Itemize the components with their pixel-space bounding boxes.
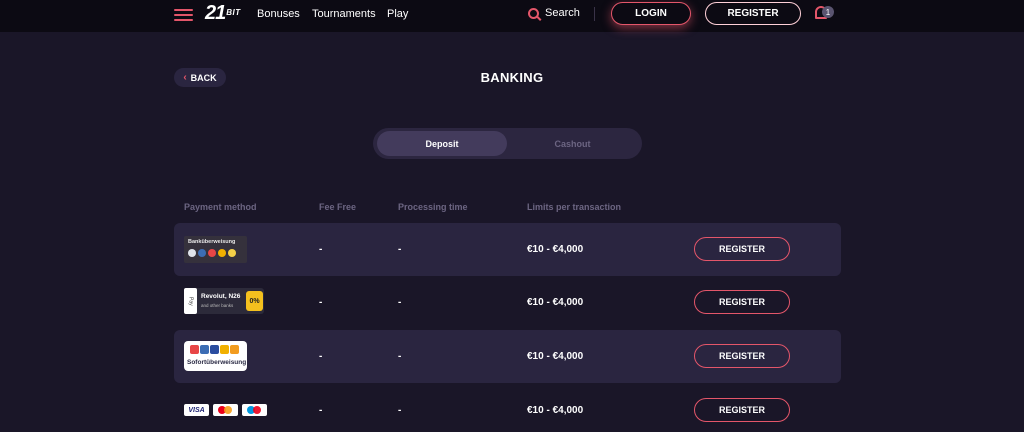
- limits-value: €10 - €4,000: [527, 351, 584, 362]
- payment-method-name: Banküberweisung: [188, 239, 236, 245]
- table-row: Pay Revolut, N26 and other banks 0% - - …: [174, 276, 841, 329]
- search-icon: [528, 7, 539, 19]
- row-register-button[interactable]: REGISTER: [694, 290, 790, 314]
- revolut-n26-logo: Pay Revolut, N26 and other banks 0%: [184, 288, 264, 314]
- logo-number: 21: [205, 2, 226, 24]
- payment-method-name: Sofortüberweisung: [187, 359, 247, 366]
- nav-link-tournaments[interactable]: Tournaments: [312, 8, 376, 20]
- limits-value: €10 - €4,000: [527, 297, 584, 308]
- payment-method-name: Revolut, N26: [201, 293, 241, 300]
- column-header-fee-free: Fee Free: [319, 202, 357, 212]
- bankuberweisung-logo: Banküberweisung: [184, 236, 247, 263]
- column-header-payment-method: Payment method: [184, 202, 257, 212]
- processing-time-value: -: [398, 244, 402, 255]
- logo-suffix: BIT: [226, 8, 241, 17]
- visa-logo: VISA: [184, 404, 209, 416]
- sofortuberweisung-logo: Sofortüberweisung: [184, 341, 247, 371]
- payment-method-subtitle: and other banks: [201, 303, 234, 308]
- processing-time-value: -: [398, 405, 402, 416]
- column-header-processing-time: Processing time: [398, 202, 468, 212]
- nav-link-bonuses[interactable]: Bonuses: [257, 8, 300, 20]
- top-navigation-bar: 21BIT Bonuses Tournaments Play Search LO…: [0, 0, 1024, 32]
- processing-time-value: -: [398, 297, 402, 308]
- register-button[interactable]: REGISTER: [705, 2, 801, 25]
- search-button[interactable]: Search: [528, 7, 580, 19]
- search-label: Search: [545, 7, 580, 19]
- banking-tabs: Deposit Cashout: [373, 128, 642, 159]
- fee-free-value: -: [319, 297, 323, 308]
- bank-icons: [188, 249, 236, 257]
- pay-card-icon: Pay: [184, 288, 197, 314]
- notification-badge: 1: [822, 6, 834, 18]
- tab-deposit[interactable]: Deposit: [377, 131, 507, 156]
- row-register-button[interactable]: REGISTER: [694, 344, 790, 368]
- site-logo[interactable]: 21BIT: [205, 2, 241, 25]
- limits-value: €10 - €4,000: [527, 244, 584, 255]
- header-divider: [594, 7, 595, 21]
- zero-percent-badge: 0%: [246, 291, 263, 311]
- row-register-button[interactable]: REGISTER: [694, 237, 790, 261]
- row-register-button[interactable]: REGISTER: [694, 398, 790, 422]
- page-title: BANKING: [480, 70, 544, 85]
- card-logos: VISA: [184, 404, 267, 416]
- tab-cashout[interactable]: Cashout: [507, 131, 638, 156]
- sofort-bank-icons: [190, 345, 239, 354]
- maestro-icon: [242, 404, 267, 416]
- limits-value: €10 - €4,000: [527, 405, 584, 416]
- nav-link-play[interactable]: Play: [387, 8, 408, 20]
- column-header-limits: Limits per transaction: [527, 202, 622, 212]
- fee-free-value: -: [319, 244, 323, 255]
- table-row: VISA - - €10 - €4,000 REGISTER: [174, 384, 841, 432]
- processing-time-value: -: [398, 351, 402, 362]
- fee-free-value: -: [319, 405, 323, 416]
- login-button[interactable]: LOGIN: [611, 2, 691, 25]
- fee-free-value: -: [319, 351, 323, 362]
- hamburger-menu-icon[interactable]: [174, 9, 193, 21]
- table-row: Banküberweisung - - €10 - €4,000 REGISTE…: [174, 223, 841, 276]
- mastercard-icon: [213, 404, 238, 416]
- table-row: Sofortüberweisung - - €10 - €4,000 REGIS…: [174, 330, 841, 383]
